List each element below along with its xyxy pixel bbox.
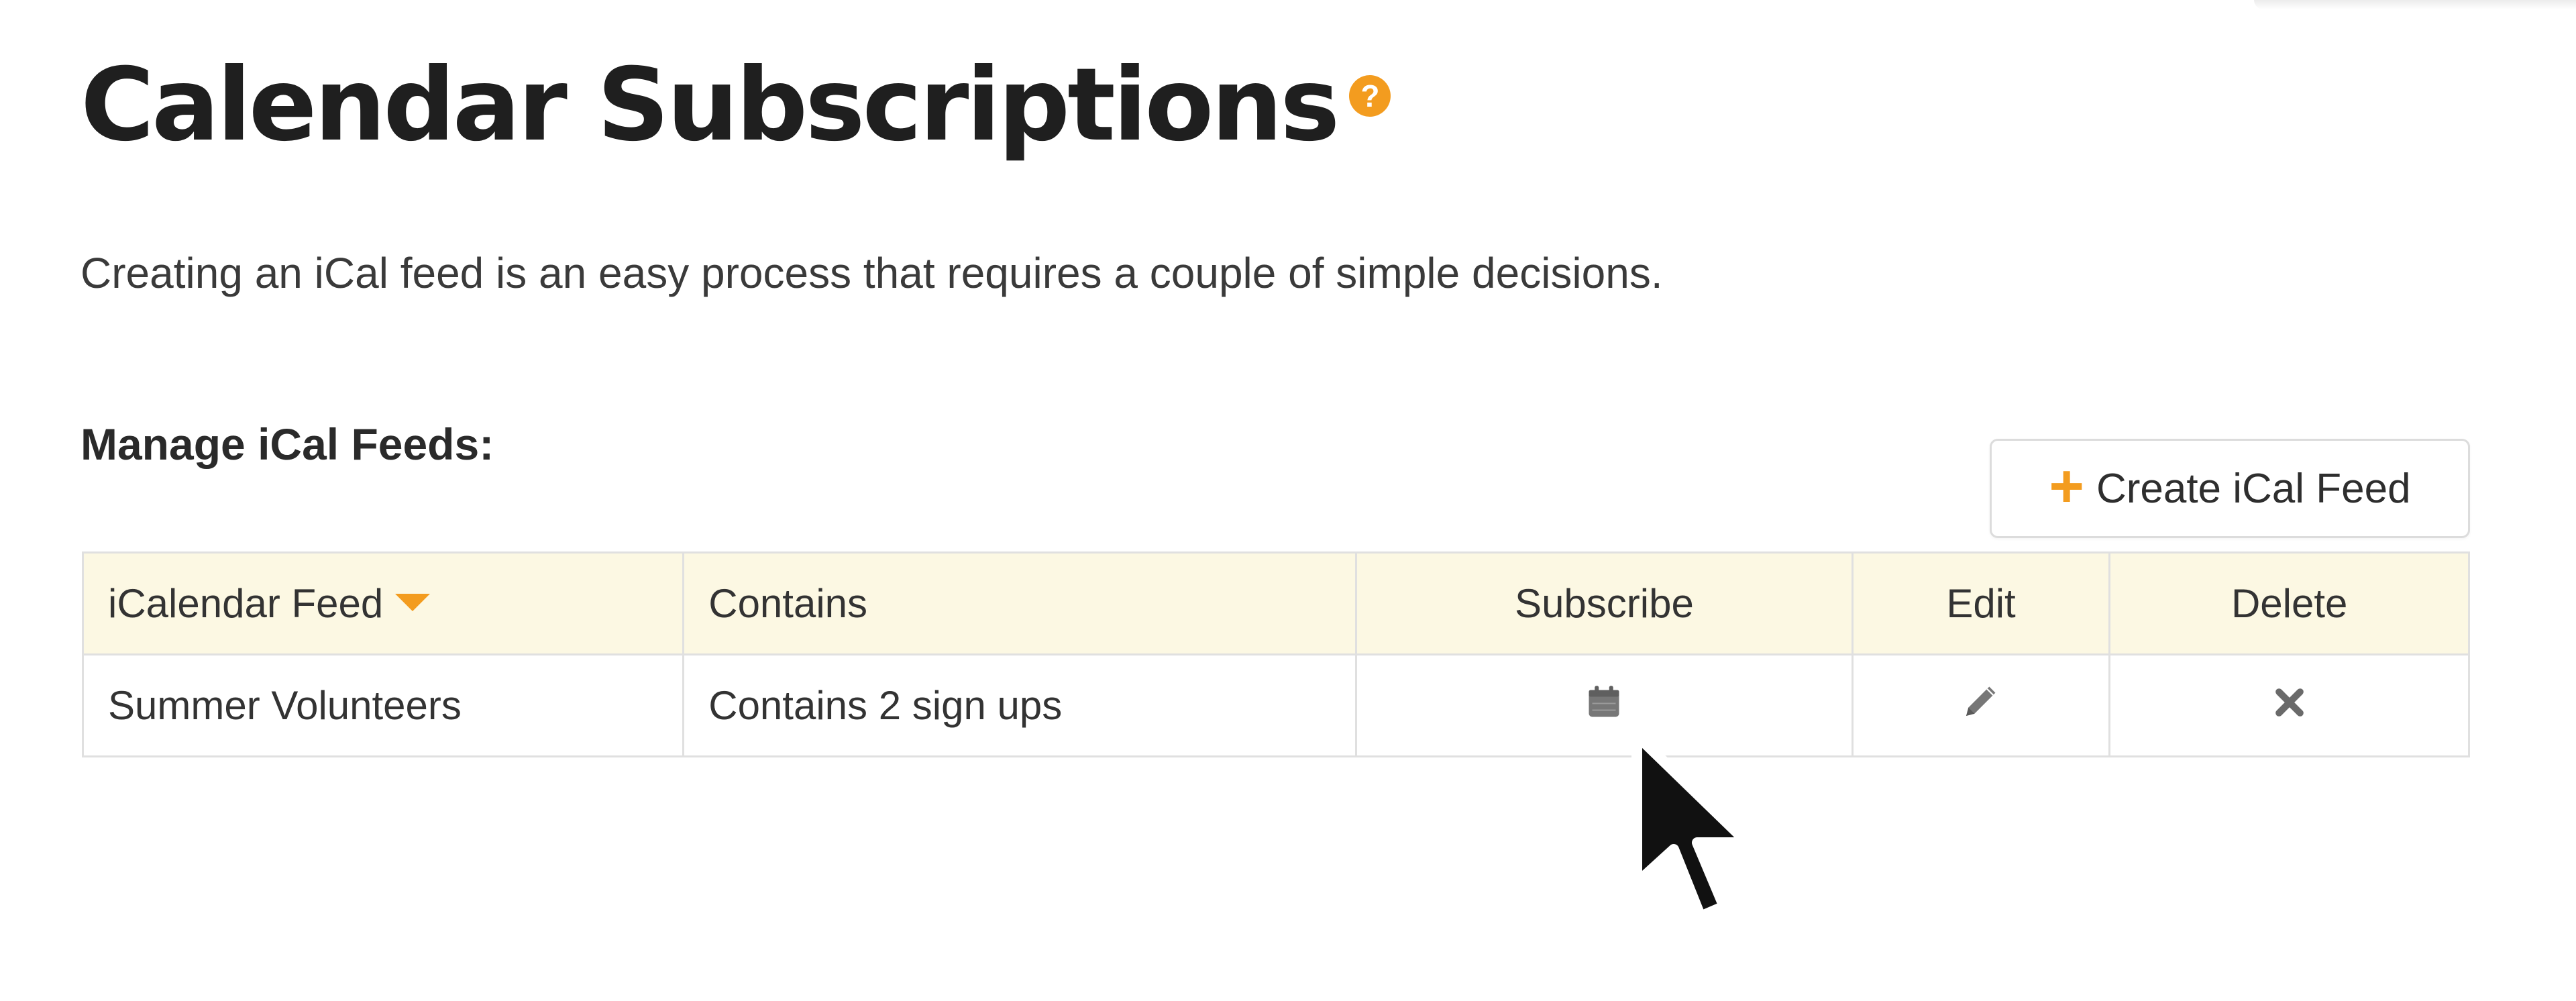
table-row: Summer Volunteers Contains 2 sign ups xyxy=(81,653,2470,757)
create-ical-feed-label: Create iCal Feed xyxy=(2096,465,2411,512)
manage-feeds-heading: Manage iCal Feeds: xyxy=(80,419,494,469)
column-header-edit: Edit xyxy=(1851,551,2111,655)
page-title: Calendar Subscriptions ? xyxy=(80,55,1391,156)
ical-feeds-table: iCalendar Feed Contains Subscribe Edit D… xyxy=(81,551,2470,757)
feed-contains-cell: Contains 2 sign ups xyxy=(682,653,1358,757)
intro-text: Creating an iCal feed is an easy process… xyxy=(80,249,1663,297)
column-header-contains: Contains xyxy=(682,551,1358,655)
page-title-text: Calendar Subscriptions xyxy=(80,47,1340,164)
mouse-cursor-icon xyxy=(1631,730,1753,922)
pencil-icon[interactable] xyxy=(1959,679,2003,733)
caret-down-icon xyxy=(395,594,431,612)
create-ical-feed-button[interactable]: + Create iCal Feed xyxy=(1990,439,2470,538)
edit-cell xyxy=(1851,653,2111,757)
feed-name-cell: Summer Volunteers xyxy=(81,653,685,757)
table-header-row: iCalendar Feed Contains Subscribe Edit D… xyxy=(81,551,2470,655)
delete-cell xyxy=(2108,653,2470,757)
question-circle-icon[interactable]: ? xyxy=(1349,75,1391,117)
column-header-ical-feed[interactable]: iCalendar Feed xyxy=(81,551,685,655)
column-header-subscribe: Subscribe xyxy=(1355,551,1854,655)
plus-icon: + xyxy=(2049,453,2084,520)
subscribe-cell xyxy=(1355,653,1854,757)
column-header-delete: Delete xyxy=(2108,551,2470,655)
top-edge-shadow xyxy=(2254,0,2576,9)
close-icon[interactable] xyxy=(2271,684,2308,730)
calendar-icon[interactable] xyxy=(1584,682,1624,731)
